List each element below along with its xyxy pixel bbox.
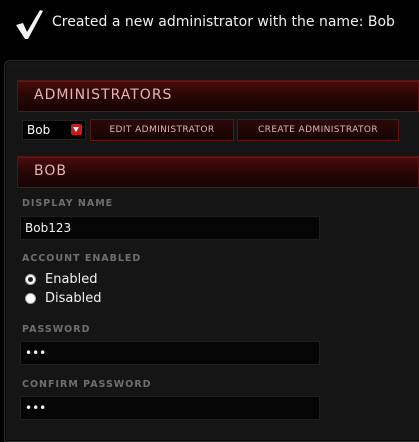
create-administrator-button[interactable]: CREATE ADMINISTRATOR bbox=[237, 119, 399, 141]
confirm-password-label: CONFIRM PASSWORD bbox=[22, 379, 152, 390]
account-enabled-label: ACCOUNT ENABLED bbox=[22, 253, 142, 264]
disabled-radio-label[interactable]: Disabled bbox=[45, 291, 101, 306]
display-name-value: Bob123 bbox=[25, 221, 72, 235]
confirm-password-field[interactable]: ••• bbox=[20, 396, 320, 420]
administrators-title: ADMINISTRATORS bbox=[34, 87, 173, 103]
checkmark-icon bbox=[16, 10, 43, 39]
administrators-header: ADMINISTRATORS bbox=[17, 80, 419, 112]
display-name-label: DISPLAY NAME bbox=[22, 198, 114, 209]
notification-message: Created a new administrator with the nam… bbox=[52, 14, 395, 30]
disabled-radio[interactable] bbox=[25, 293, 36, 304]
notification-bar: Created a new administrator with the nam… bbox=[0, 0, 419, 50]
password-field[interactable]: ••• bbox=[20, 341, 320, 365]
enabled-radio[interactable] bbox=[25, 274, 36, 285]
enabled-radio-label[interactable]: Enabled bbox=[45, 272, 98, 287]
admin-detail-title: BOB bbox=[34, 163, 67, 179]
confirm-password-value: ••• bbox=[25, 401, 47, 415]
password-label: PASSWORD bbox=[22, 324, 91, 335]
admin-select[interactable]: Bob bbox=[22, 120, 86, 140]
admin-detail-header: BOB bbox=[17, 156, 419, 188]
password-value: ••• bbox=[25, 346, 47, 360]
display-name-field[interactable]: Bob123 bbox=[20, 216, 320, 240]
admin-select-value: Bob bbox=[27, 123, 51, 137]
chevron-down-icon[interactable] bbox=[71, 124, 82, 135]
edit-administrator-button[interactable]: EDIT ADMINISTRATOR bbox=[90, 119, 234, 141]
